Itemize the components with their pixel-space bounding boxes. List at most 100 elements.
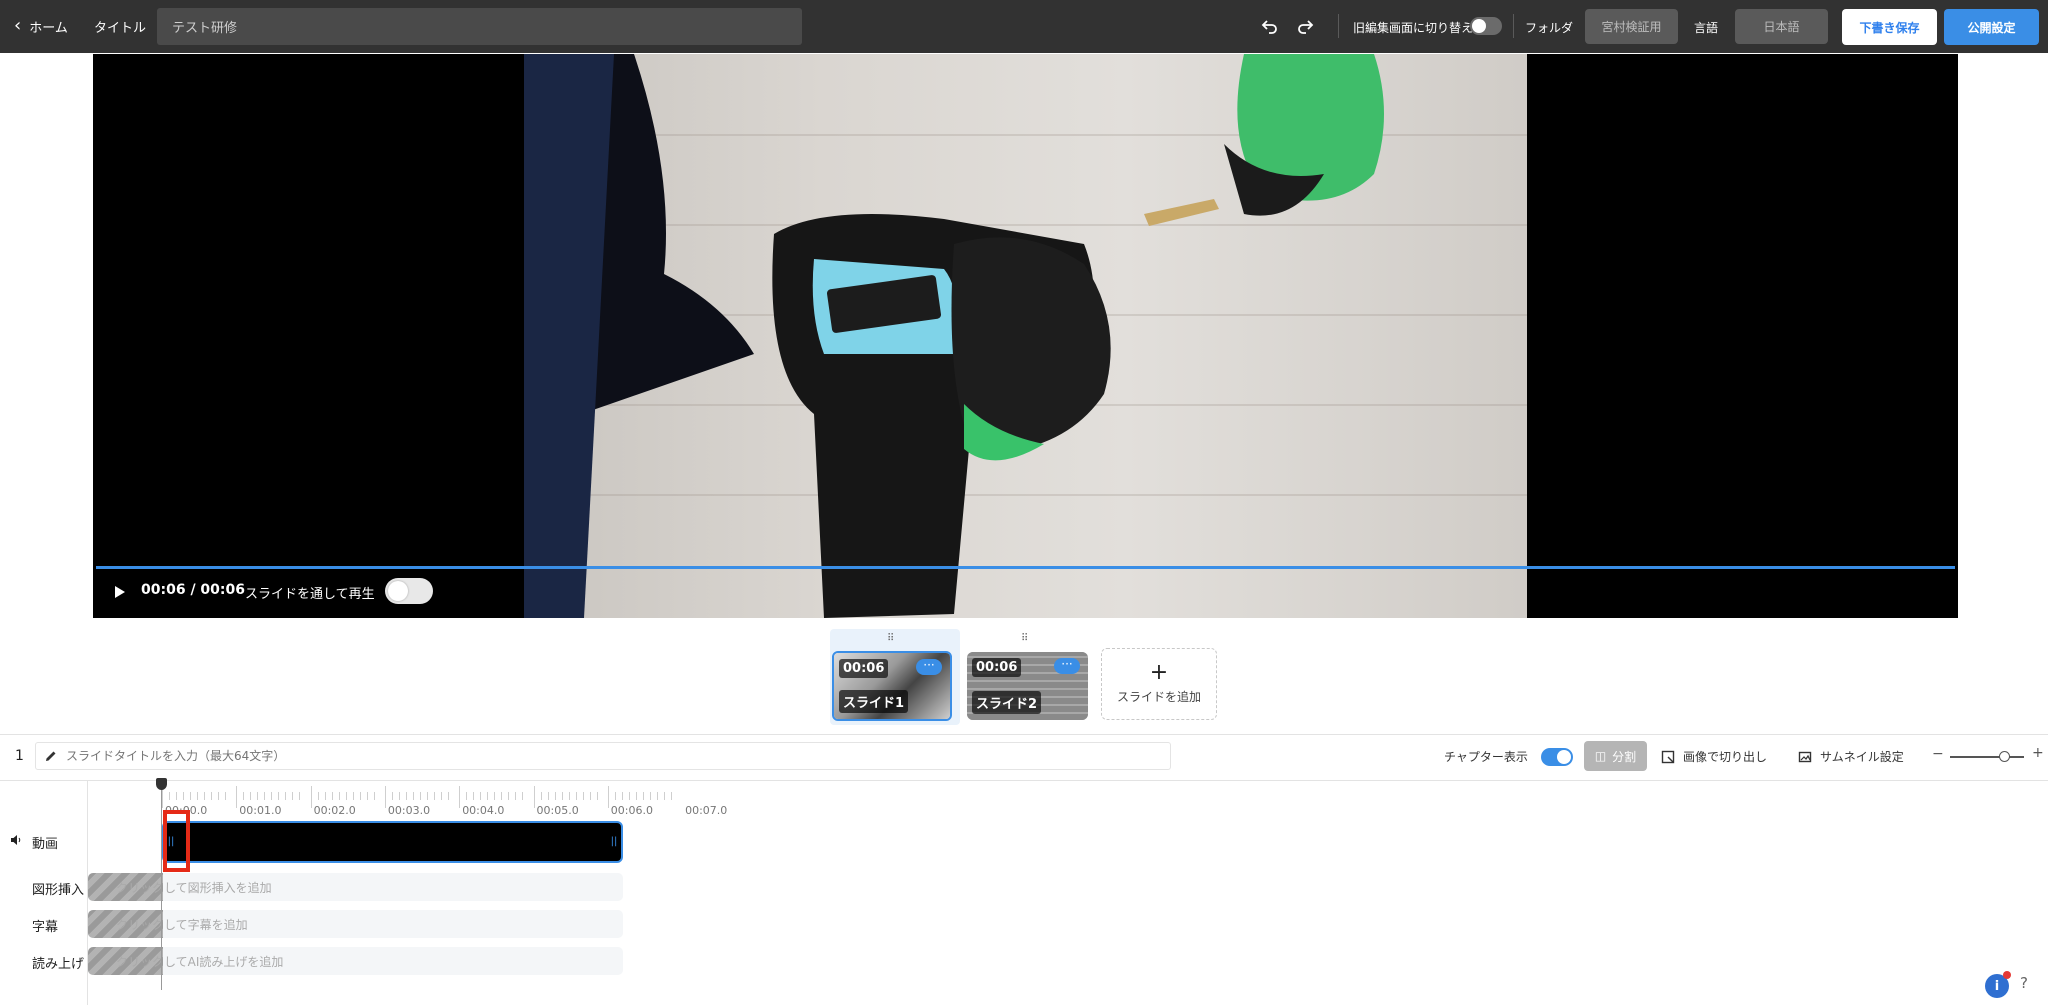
- folder-select[interactable]: 宮村検証用: [1585, 9, 1678, 44]
- ruler-tick: [190, 792, 191, 800]
- highlight-box: [163, 810, 190, 872]
- zoom-slider-handle[interactable]: [1999, 751, 2010, 762]
- add-narration-row[interactable]: クリックしてAI読み上げを追加: [88, 947, 623, 975]
- split-label: 分割: [1612, 749, 1637, 764]
- ruler-tick: [433, 792, 435, 800]
- play-through-label: スライドを通して再生: [245, 587, 375, 602]
- slide-title-field[interactable]: [35, 742, 1171, 770]
- ruler-tick: [366, 792, 368, 800]
- add-subtitle-label: クリックして字幕を追加: [116, 917, 248, 932]
- plus-icon: +: [1149, 659, 1169, 685]
- playback-time: 00:06 / 00:06: [141, 582, 245, 598]
- back-button[interactable]: ‹ ホーム: [14, 14, 68, 38]
- ruler-tick: [642, 792, 644, 800]
- ruler-tick: [515, 792, 517, 800]
- play-through-toggle[interactable]: [385, 578, 433, 604]
- slide-thumbnail-1[interactable]: 00:06 ··· スライド1: [832, 651, 952, 721]
- video-content-image: [524, 54, 1384, 618]
- thumbnail-settings-button[interactable]: サムネイル設定: [1798, 748, 1904, 765]
- ruler-label: 00:06.0: [610, 804, 653, 817]
- ruler-tick: [352, 792, 354, 800]
- ruler-tick: [405, 792, 407, 800]
- thumbnail-settings-label: サムネイル設定: [1820, 750, 1904, 764]
- ruler-tick: [649, 792, 651, 800]
- ruler-tick: [176, 792, 177, 800]
- ruler-label: 00:01.0: [239, 804, 282, 817]
- ruler-tick: [338, 792, 340, 800]
- ruler-tick: [211, 792, 212, 800]
- drag-handle-icon[interactable]: ⠿: [1021, 633, 1029, 644]
- help-button[interactable]: ?: [2020, 974, 2028, 992]
- ruler-tick: [487, 792, 489, 800]
- ruler-tick: [391, 792, 393, 800]
- video-progress-bar[interactable]: [96, 566, 1955, 569]
- save-draft-button[interactable]: 下書き保存: [1842, 9, 1937, 45]
- folder-label: フォルダ: [1525, 21, 1574, 35]
- ruler-tick: [264, 792, 266, 800]
- slide-thumbnail-2[interactable]: 00:06 ··· スライド2: [967, 652, 1088, 720]
- ruler-label: 00:04.0: [462, 804, 505, 817]
- chevron-left-icon: ‹: [14, 15, 22, 36]
- more-options-button[interactable]: ···: [1054, 658, 1080, 674]
- ruler-tick: [218, 792, 219, 800]
- publish-settings-button[interactable]: 公開設定: [1944, 9, 2039, 45]
- ruler-tick: [412, 792, 414, 800]
- split-icon: ◫: [1594, 749, 1607, 763]
- ruler-tick: [480, 792, 482, 800]
- add-shape-label: クリックして図形挿入を追加: [116, 880, 272, 895]
- language-label: 言語: [1694, 21, 1719, 35]
- speaker-icon[interactable]: [10, 834, 22, 849]
- add-slide-button[interactable]: + スライドを追加: [1101, 648, 1217, 720]
- ruler-tick: [285, 792, 287, 800]
- ruler-tick: [540, 792, 542, 800]
- ruler-tick: [522, 792, 524, 800]
- play-icon: [115, 586, 125, 598]
- divider: [0, 780, 2048, 781]
- video-player[interactable]: 00:06 / 00:06 スライドを通して再生: [93, 54, 1958, 618]
- old-editor-toggle[interactable]: [1470, 17, 1502, 35]
- more-options-button[interactable]: ···: [916, 659, 942, 675]
- ruler-tick: [257, 792, 259, 800]
- add-narration-label: クリックしてAI読み上げを追加: [116, 954, 284, 969]
- add-subtitle-row[interactable]: クリックして字幕を追加: [88, 910, 623, 938]
- old-editor-label: 旧編集画面に切り替え: [1353, 21, 1474, 35]
- ruler-tick: [607, 786, 609, 808]
- ruler-tick: [494, 792, 496, 800]
- slide-title-input[interactable]: [66, 749, 1156, 763]
- back-label: ホーム: [29, 20, 68, 36]
- ruler-tick: [292, 792, 294, 800]
- undo-button[interactable]: [1258, 14, 1282, 38]
- ruler-tick: [670, 792, 672, 800]
- title-label: タイトル: [94, 21, 147, 36]
- ruler-tick: [568, 792, 570, 800]
- add-shape-row[interactable]: クリックして図形挿入を追加: [88, 873, 623, 901]
- play-button[interactable]: [109, 582, 129, 602]
- pencil-icon: [36, 749, 66, 763]
- zoom-slider[interactable]: [1950, 756, 2024, 758]
- language-select[interactable]: 日本語: [1735, 9, 1828, 44]
- redo-icon: [1298, 20, 1314, 34]
- split-button[interactable]: ◫ 分割: [1584, 741, 1647, 771]
- ruler-tick: [447, 792, 449, 800]
- crop-image-button[interactable]: 画像で切り出し: [1661, 748, 1767, 765]
- ruler-label: 00:03.0: [387, 804, 431, 817]
- clip-trim-handle-right[interactable]: ||: [610, 836, 618, 848]
- playhead-handle[interactable]: [156, 778, 167, 790]
- crop-image-label: 画像で切り出し: [1683, 750, 1768, 764]
- title-input[interactable]: [157, 8, 802, 45]
- zoom-out-button[interactable]: −: [1932, 746, 1944, 762]
- zoom-in-button[interactable]: +: [2032, 745, 2044, 761]
- chapter-display-toggle[interactable]: [1541, 748, 1573, 766]
- ruler-tick: [197, 792, 198, 800]
- redo-button[interactable]: [1293, 14, 1317, 38]
- add-slide-label: スライドを追加: [1116, 689, 1201, 704]
- image-icon: [1798, 751, 1812, 762]
- drag-handle-icon[interactable]: ⠿: [887, 633, 895, 644]
- ruler-tick: [561, 792, 563, 800]
- playhead-line[interactable]: [161, 788, 162, 990]
- ruler-tick: [250, 792, 252, 800]
- notification-badge: [2003, 971, 2011, 979]
- ruler-tick: [466, 792, 468, 800]
- video-clip[interactable]: || ||: [162, 821, 623, 863]
- ruler-tick: [628, 792, 630, 800]
